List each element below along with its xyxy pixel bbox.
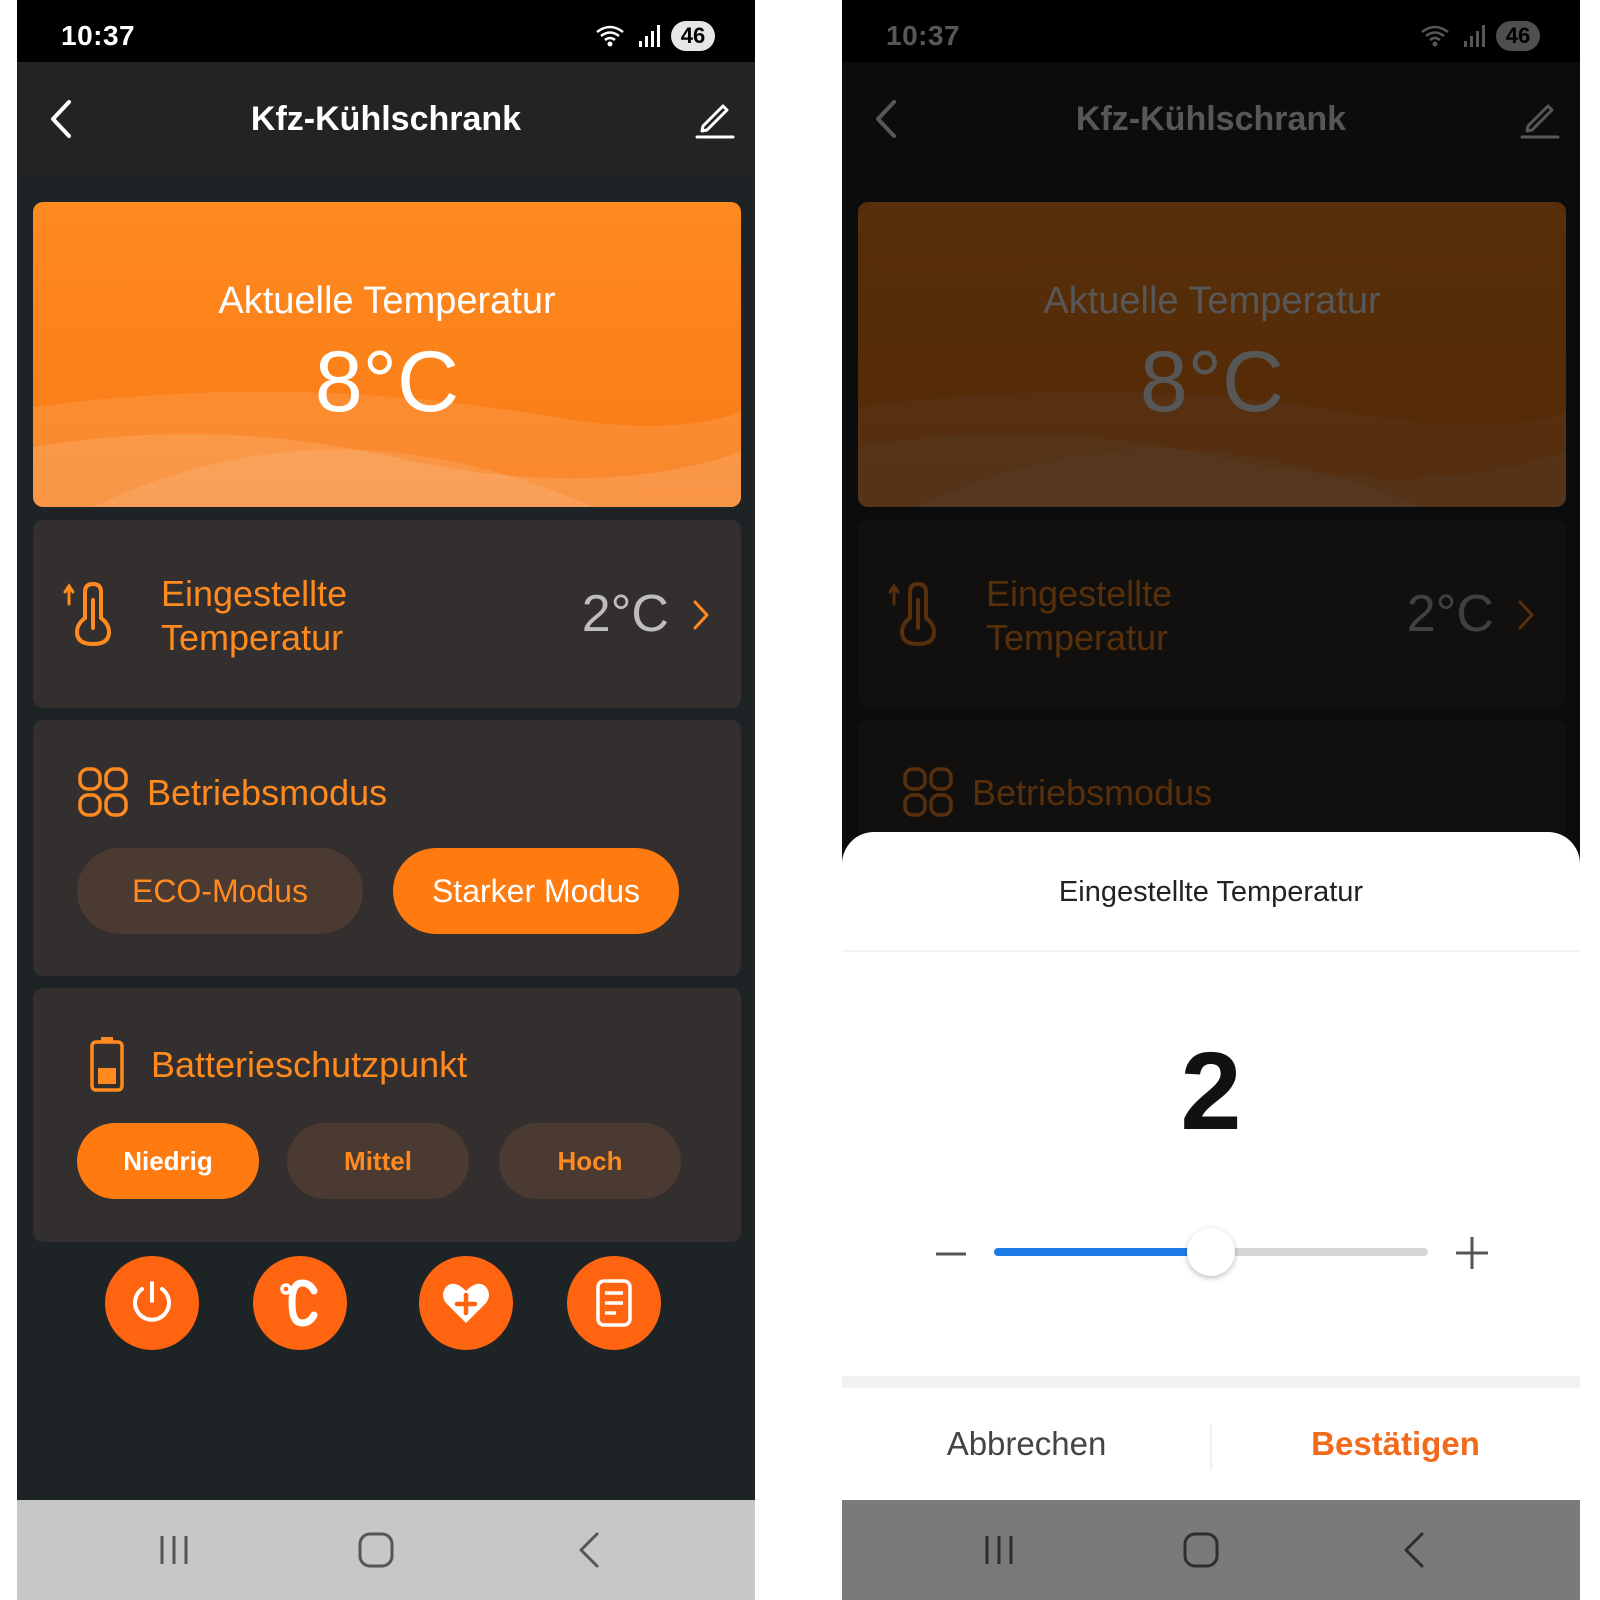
system-navigation-bar <box>17 1500 755 1600</box>
set-temperature-value: 2°C <box>581 585 669 643</box>
system-navigation-bar <box>842 1500 1580 1600</box>
confirm-button[interactable]: Bestätigen <box>1211 1388 1580 1500</box>
battery-medium-button[interactable]: Mittel <box>287 1123 469 1199</box>
current-temperature-card: Aktuelle Temperatur 8°C <box>33 202 741 507</box>
slider-fill <box>994 1248 1211 1256</box>
signal-icon <box>639 25 660 47</box>
set-temperature-label-line2: Temperatur <box>161 617 344 658</box>
heart-plus-icon <box>443 1283 489 1323</box>
document-icon <box>596 1279 632 1327</box>
set-temperature-label: Eingestellte Temperatur <box>161 572 441 660</box>
dialog-temperature-value: 2 <box>1180 1030 1242 1153</box>
dialog-divider <box>842 950 1580 952</box>
battery-high-button[interactable]: Hoch <box>499 1123 681 1199</box>
top-app-bar: Kfz-Kühlschrank <box>17 62 755 176</box>
phone-screen-dialog: 10:37 46 Kfz-Kühlschrank Aktuelle Temper… <box>842 0 1580 1600</box>
grid-icon <box>78 767 128 817</box>
set-temperature-dialog: Eingestellte Temperatur 2 Abbrechen Best… <box>842 832 1580 1500</box>
battery-level-badge: 46 <box>671 21 715 51</box>
eco-mode-button[interactable]: ECO-Modus <box>77 848 363 934</box>
home-icon[interactable] <box>1182 1530 1220 1570</box>
thermometer-up-icon <box>63 582 112 646</box>
page-title: Kfz-Kühlschrank <box>250 100 522 138</box>
power-icon <box>133 1281 171 1322</box>
edit-pencil-icon[interactable] <box>695 98 735 140</box>
status-time: 10:37 <box>61 20 136 51</box>
status-icons: 46 <box>595 20 715 52</box>
wifi-icon <box>596 25 624 47</box>
current-temperature-label: Aktuelle Temperatur <box>218 280 556 322</box>
home-icon[interactable] <box>357 1530 395 1570</box>
minus-icon[interactable] <box>934 1250 968 1258</box>
status-bar: 10:37 46 <box>17 0 755 62</box>
recent-apps-icon[interactable] <box>982 1532 1016 1568</box>
set-temperature-label-line1: Eingestellte <box>161 573 348 614</box>
power-button[interactable] <box>105 1256 199 1350</box>
dialog-divider <box>842 1376 1580 1388</box>
log-button[interactable] <box>567 1256 661 1350</box>
favorite-button[interactable] <box>419 1256 513 1350</box>
cancel-button[interactable]: Abbrechen <box>842 1388 1211 1500</box>
celsius-unit-button[interactable] <box>253 1256 347 1350</box>
operating-mode-card: Betriebsmodus ECO-Modus Starker Modus <box>33 720 741 976</box>
recent-apps-icon[interactable] <box>157 1532 191 1568</box>
nav-back-icon[interactable] <box>577 1530 601 1570</box>
battery-protection-card: Batterieschutzpunkt Niedrig Mittel Hoch <box>33 988 741 1242</box>
plus-icon[interactable] <box>1454 1235 1490 1271</box>
set-temperature-row[interactable]: Eingestellte Temperatur 2°C <box>33 520 741 708</box>
dialog-title: Eingestellte Temperatur <box>1058 876 1364 908</box>
chevron-right-icon <box>693 600 709 630</box>
battery-protection-title: Batterieschutzpunkt <box>151 1044 468 1085</box>
operating-mode-title: Betriebsmodus <box>147 772 388 813</box>
battery-low-button[interactable]: Niedrig <box>77 1123 259 1199</box>
current-temperature-value: 8°C <box>314 334 460 430</box>
slider-thumb[interactable] <box>1187 1228 1235 1276</box>
strong-mode-button[interactable]: Starker Modus <box>393 848 679 934</box>
phone-screen-main: 10:37 46 Kfz-Kühlschrank Aktuelle Temper… <box>17 0 755 1600</box>
nav-back-icon[interactable] <box>1402 1530 1426 1570</box>
celsius-icon <box>280 1279 318 1327</box>
temperature-slider[interactable] <box>994 1228 1428 1276</box>
battery-icon <box>90 1037 124 1092</box>
